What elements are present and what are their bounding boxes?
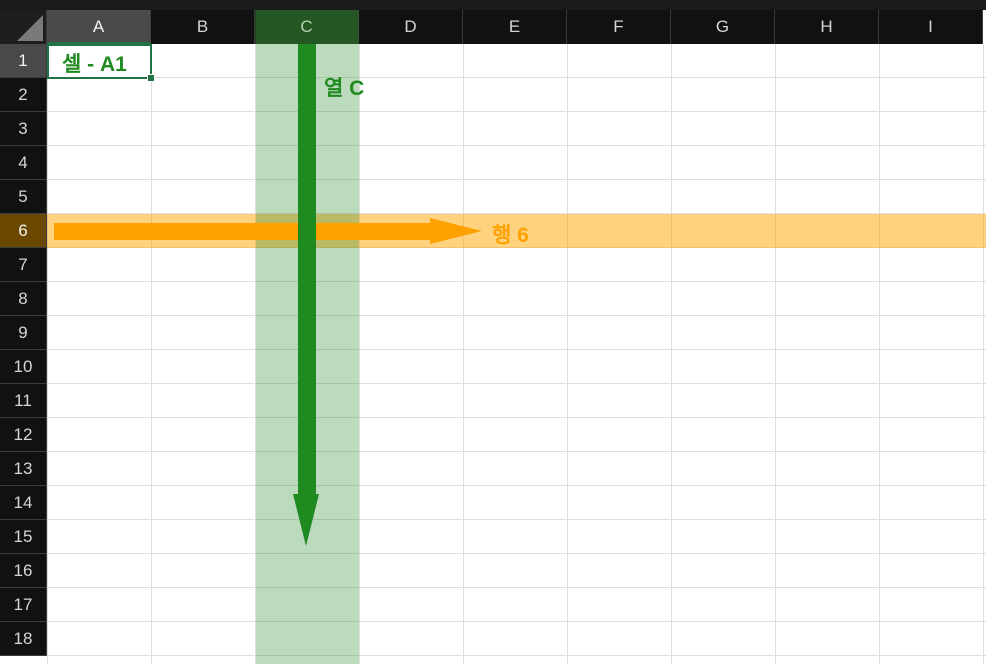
row-header-14[interactable]: 14 [0,486,47,520]
row-header-5[interactable]: 5 [0,180,47,214]
row-header-10[interactable]: 10 [0,350,47,384]
row-header-15[interactable]: 15 [0,520,47,554]
row-header-4[interactable]: 4 [0,146,47,180]
row-header-12[interactable]: 12 [0,418,47,452]
row-header-9[interactable]: 9 [0,316,47,350]
row-header-18[interactable]: 18 [0,622,47,656]
column-header-f[interactable]: F [567,10,671,44]
column-header-b[interactable]: B [151,10,255,44]
column-header-e[interactable]: E [463,10,567,44]
select-all-triangle-icon [17,15,43,41]
row-annotation-label: 행 6 [492,224,529,247]
row-header-11[interactable]: 11 [0,384,47,418]
column-c-highlight [256,10,359,664]
column-header-i[interactable]: I [879,10,983,44]
spreadsheet: ABCDEFGHI 1 2 3 4 5 6 7 8 9 10 11 12 13 14 15 16 17 18 셀 … [0,0,986,664]
column-annotation-label: 열 C [324,77,365,100]
fill-handle[interactable] [147,74,155,82]
row-header-17[interactable]: 17 [0,588,47,622]
row-header-2[interactable]: 2 [0,78,47,112]
row-header-7[interactable]: 7 [0,248,47,282]
select-all-button[interactable] [0,10,47,44]
row-header-8[interactable]: 8 [0,282,47,316]
row-header-1[interactable]: 1 [0,44,47,78]
cell-grid[interactable] [47,44,986,664]
row-header-3[interactable]: 3 [0,112,47,146]
column-header-g[interactable]: G [671,10,775,44]
column-header-h[interactable]: H [775,10,879,44]
column-header-d[interactable]: D [359,10,463,44]
row-header-13[interactable]: 13 [0,452,47,486]
cell-annotation-label: 셀 - A1 [62,53,127,76]
row-header-16[interactable]: 16 [0,554,47,588]
column-header-a[interactable]: A [47,10,151,44]
row-header-6[interactable]: 6 [0,214,47,248]
toolbar-strip [0,0,986,10]
